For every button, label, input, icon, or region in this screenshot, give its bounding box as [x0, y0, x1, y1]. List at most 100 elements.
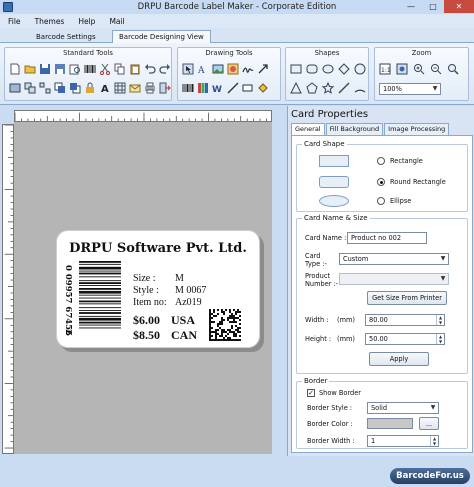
star-shape-icon[interactable] — [321, 81, 334, 94]
card-name-size-legend: Card Name & Size — [302, 214, 370, 222]
maximize-button[interactable]: □ — [422, 0, 444, 13]
standard-tools-group: Standard Tools A — [4, 47, 172, 101]
general-tab-body: Card Shape Rectangle Round Rectangle Ell… — [291, 135, 473, 453]
rectangle-tool-icon[interactable] — [241, 81, 254, 94]
library-tool-icon[interactable] — [196, 81, 209, 94]
open-icon[interactable] — [23, 62, 36, 75]
print-icon[interactable] — [143, 81, 156, 94]
arc-shape-icon[interactable] — [353, 81, 366, 94]
border-width-label: Border Width : — [307, 437, 355, 445]
border-width-spinner[interactable]: ▲ ▼ — [430, 436, 438, 446]
properties-tabs: General Fill Background Image Processing — [291, 123, 450, 136]
tab-barcode-settings[interactable]: Barcode Settings — [30, 31, 102, 43]
watermark-tool-icon[interactable]: W — [211, 81, 224, 94]
height-value: 50.00 — [369, 335, 388, 343]
grid-icon[interactable] — [113, 81, 126, 94]
menu-themes[interactable]: Themes — [35, 17, 65, 26]
fit-to-window-icon[interactable] — [395, 62, 408, 75]
get-size-from-printer-button[interactable]: Get Size From Printer — [367, 291, 447, 305]
border-style-select[interactable]: Solid ▼ — [367, 402, 439, 414]
lock-icon[interactable] — [83, 81, 96, 94]
zoom-out-icon[interactable] — [429, 62, 442, 75]
style-value: M 0067 — [175, 285, 207, 296]
ellipse-radio-label: Ellipse — [390, 197, 412, 205]
tab-fill-background[interactable]: Fill Background — [325, 123, 384, 135]
watermark-badge: BarcodeFor.us — [390, 468, 470, 484]
barcode-icon[interactable] — [83, 62, 96, 75]
card-name-size-group: Card Name & Size Card Name : Product no … — [296, 214, 468, 374]
send-back-icon[interactable] — [68, 81, 81, 94]
zoom-select[interactable]: 100% ▼ — [379, 83, 441, 95]
arrow-tool-icon[interactable] — [256, 62, 269, 75]
border-color-swatch[interactable] — [367, 418, 413, 429]
signature-tool-icon[interactable] — [241, 62, 254, 75]
design-canvas[interactable]: DRPU Software Pvt. Ltd. 0 09957 67456 2 … — [14, 122, 272, 454]
save-as-icon[interactable] — [53, 62, 66, 75]
minimize-button[interactable]: — — [400, 0, 422, 13]
select-pointer-icon[interactable] — [181, 62, 194, 75]
actual-size-icon[interactable]: 1:1 — [378, 62, 391, 75]
diamond-shape-icon[interactable] — [337, 62, 350, 75]
rounded-rect-shape-icon[interactable] — [305, 62, 318, 75]
line-tool-icon[interactable] — [226, 81, 239, 94]
save-icon[interactable] — [38, 62, 51, 75]
color-fill-icon[interactable] — [256, 81, 269, 94]
zoom-in-icon[interactable] — [412, 62, 425, 75]
menu-help[interactable]: Help — [78, 17, 95, 26]
zoom-tool-icon[interactable] — [446, 62, 459, 75]
ellipse-preview — [319, 195, 349, 207]
close-button[interactable]: ✕ — [444, 0, 474, 13]
line-shape-icon[interactable] — [337, 81, 350, 94]
width-spinner[interactable]: ▲ ▼ — [436, 315, 444, 325]
round-rectangle-radio[interactable] — [377, 178, 385, 186]
border-width-input[interactable]: 1 ▲ ▼ — [367, 435, 439, 447]
new-icon[interactable] — [8, 62, 21, 75]
ellipse-radio[interactable] — [377, 197, 385, 205]
width-input[interactable]: 80.00 ▲ ▼ — [365, 314, 445, 326]
text-icon[interactable]: A — [98, 81, 111, 94]
image-tool-icon[interactable] — [211, 62, 224, 75]
tab-barcode-designing-view[interactable]: Barcode Designing View — [112, 30, 211, 44]
cut-icon[interactable] — [98, 62, 111, 75]
triangle-shape-icon[interactable] — [289, 81, 302, 94]
picture-tool-icon[interactable] — [226, 62, 239, 75]
size-label: Size : — [133, 273, 156, 284]
card-name-input[interactable]: Product no 002 — [347, 232, 427, 244]
group-icon[interactable] — [23, 81, 36, 94]
linear-barcode[interactable] — [79, 261, 121, 337]
height-input[interactable]: 50.00 ▲ ▼ — [365, 333, 445, 345]
paste-icon[interactable] — [128, 62, 141, 75]
border-color-picker-button[interactable]: ... — [419, 417, 439, 430]
show-border-checkbox[interactable]: ✓ — [307, 389, 315, 397]
border-width-value: 1 — [371, 437, 376, 445]
ungroup-icon[interactable] — [38, 81, 51, 94]
undo-icon[interactable] — [143, 62, 156, 75]
barcode-tool-icon[interactable] — [181, 81, 194, 94]
email-icon[interactable] — [128, 81, 141, 94]
apply-button[interactable]: Apply — [369, 352, 429, 366]
title-bar: DRPU Barcode Label Maker - Corporate Edi… — [0, 0, 474, 14]
pentagon-shape-icon[interactable] — [305, 81, 318, 94]
circle-shape-icon[interactable] — [353, 62, 366, 75]
tab-image-processing[interactable]: Image Processing — [384, 123, 450, 135]
barcode-label-card[interactable]: DRPU Software Pvt. Ltd. 0 09957 67456 2 … — [56, 230, 260, 348]
rectangle-radio[interactable] — [377, 157, 385, 165]
height-spinner[interactable]: ▲ ▼ — [436, 334, 444, 344]
rectangle-shape-icon[interactable] — [289, 62, 302, 75]
align-icon[interactable] — [8, 81, 21, 94]
ellipse-shape-icon[interactable] — [321, 62, 334, 75]
datamatrix-code[interactable] — [209, 309, 241, 341]
card-type-select[interactable]: Custom ▼ — [339, 253, 449, 265]
menu-file[interactable]: File — [8, 17, 21, 26]
menu-mail[interactable]: Mail — [109, 17, 124, 26]
rectangle-preview — [319, 155, 349, 167]
redo-icon[interactable] — [158, 62, 171, 75]
label-company-name[interactable]: DRPU Software Pvt. Ltd. — [57, 241, 259, 256]
exit-icon[interactable] — [158, 81, 171, 94]
item-no-value: Az019 — [175, 297, 202, 308]
copy-icon[interactable] — [113, 62, 126, 75]
text-tool-icon[interactable]: A — [196, 62, 209, 75]
print-preview-icon[interactable] — [68, 62, 81, 75]
product-number-select[interactable]: ▼ — [339, 273, 449, 285]
bring-front-icon[interactable] — [53, 81, 66, 94]
